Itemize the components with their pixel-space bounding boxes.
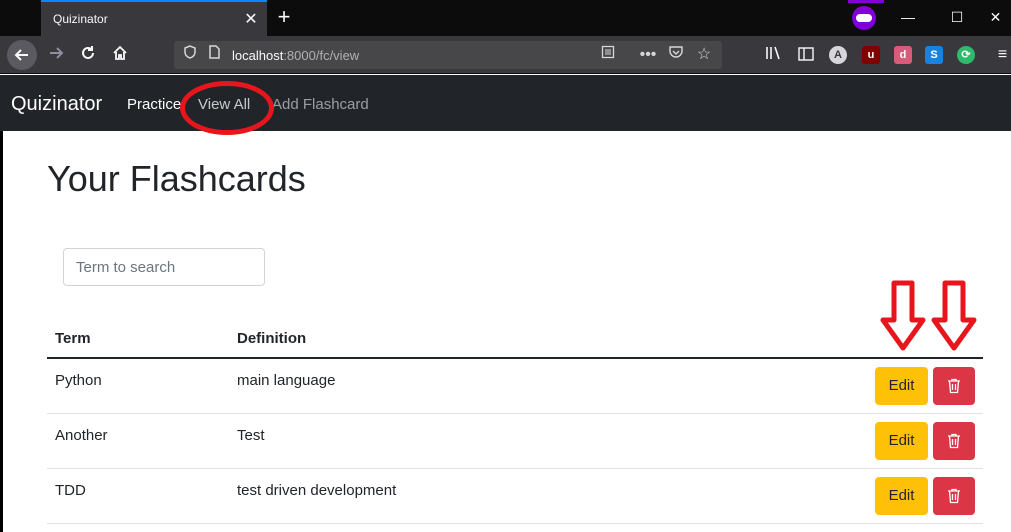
page-actions-icon[interactable]: ••• xyxy=(638,45,658,65)
trash-icon xyxy=(948,378,960,394)
url-bar[interactable]: localhost:8000/fc/view ••• ☆ xyxy=(174,41,722,69)
maximize-button[interactable]: ☐ xyxy=(934,0,980,34)
account-icon[interactable]: A xyxy=(829,46,847,64)
table-row: TDD test driven development Edit xyxy=(47,469,983,524)
forward-button[interactable] xyxy=(44,43,68,67)
new-tab-button[interactable]: + xyxy=(272,4,296,30)
browser-toolbar: localhost:8000/fc/view ••• ☆ A u d S ⟳ ≡ xyxy=(0,36,1011,74)
delete-button[interactable] xyxy=(933,422,975,460)
s-extension-icon[interactable]: S xyxy=(925,46,943,64)
edit-button[interactable]: Edit xyxy=(875,422,928,460)
trash-icon xyxy=(948,488,960,504)
annotation-arrow-edit-icon xyxy=(880,280,926,351)
back-arrow-icon xyxy=(14,49,28,61)
table-row: Another Test Edit xyxy=(47,414,983,469)
tab-close-icon[interactable]: ✕ xyxy=(241,9,261,29)
minimize-button[interactable]: — xyxy=(885,0,931,34)
trash-icon xyxy=(948,433,960,449)
bookmark-star-icon[interactable]: ☆ xyxy=(694,45,714,65)
reload-icon xyxy=(82,46,94,59)
table-row: Python main language Edit xyxy=(47,359,983,414)
delete-button[interactable] xyxy=(933,477,975,515)
tab-title: Quizinator xyxy=(53,12,108,26)
column-header-term: Term xyxy=(55,330,91,347)
tracking-protection-icon[interactable] xyxy=(180,45,200,65)
browser-tab[interactable]: Quizinator ✕ xyxy=(41,0,267,36)
url-path: :8000/fc/view xyxy=(283,48,360,63)
pocket-icon[interactable] xyxy=(666,45,686,65)
decentraleyes-icon[interactable]: d xyxy=(894,46,912,64)
reader-view-icon[interactable] xyxy=(598,45,618,65)
nav-add-flashcard-link[interactable]: Add Flashcard xyxy=(272,96,369,113)
home-button[interactable] xyxy=(108,43,132,67)
page-left-border xyxy=(0,131,3,532)
sync-icon[interactable]: ⟳ xyxy=(957,46,975,64)
nav-practice-link[interactable]: Practice xyxy=(127,96,181,113)
page-info-icon[interactable] xyxy=(204,45,224,65)
url-host: localhost xyxy=(232,48,284,63)
url-text: localhost:8000/fc/view xyxy=(232,48,359,63)
app-navbar: Quizinator Practice View All Add Flashca… xyxy=(0,75,1011,131)
private-browsing-icon xyxy=(848,0,884,36)
annotation-arrow-delete-icon xyxy=(931,280,977,351)
delete-button[interactable] xyxy=(933,367,975,405)
cell-definition: Test xyxy=(237,427,265,444)
window-close-button[interactable]: ✕ xyxy=(980,0,1011,34)
back-button[interactable] xyxy=(7,40,37,70)
edit-button[interactable]: Edit xyxy=(875,367,928,405)
menu-icon[interactable]: ≡ xyxy=(994,43,1011,67)
cell-definition: main language xyxy=(237,372,336,389)
sidebar-icon[interactable] xyxy=(794,43,818,67)
cell-term: Python xyxy=(55,372,102,389)
column-header-definition: Definition xyxy=(237,330,307,347)
page-title: Your Flashcards xyxy=(47,158,306,199)
search-input[interactable] xyxy=(63,248,265,286)
browser-tab-strip: Quizinator ✕ + — ☐ ✕ xyxy=(0,0,1011,36)
brand-link[interactable]: Quizinator xyxy=(11,93,102,116)
cell-term: TDD xyxy=(55,482,86,499)
forward-arrow-icon xyxy=(50,47,64,59)
ublock-icon[interactable]: u xyxy=(862,46,880,64)
home-icon xyxy=(113,45,127,60)
library-icon[interactable] xyxy=(762,43,786,67)
reload-button[interactable] xyxy=(76,43,100,67)
cell-definition: test driven development xyxy=(237,482,397,499)
annotation-circle xyxy=(180,81,274,135)
edit-button[interactable]: Edit xyxy=(875,477,928,515)
cell-term: Another xyxy=(55,427,108,444)
